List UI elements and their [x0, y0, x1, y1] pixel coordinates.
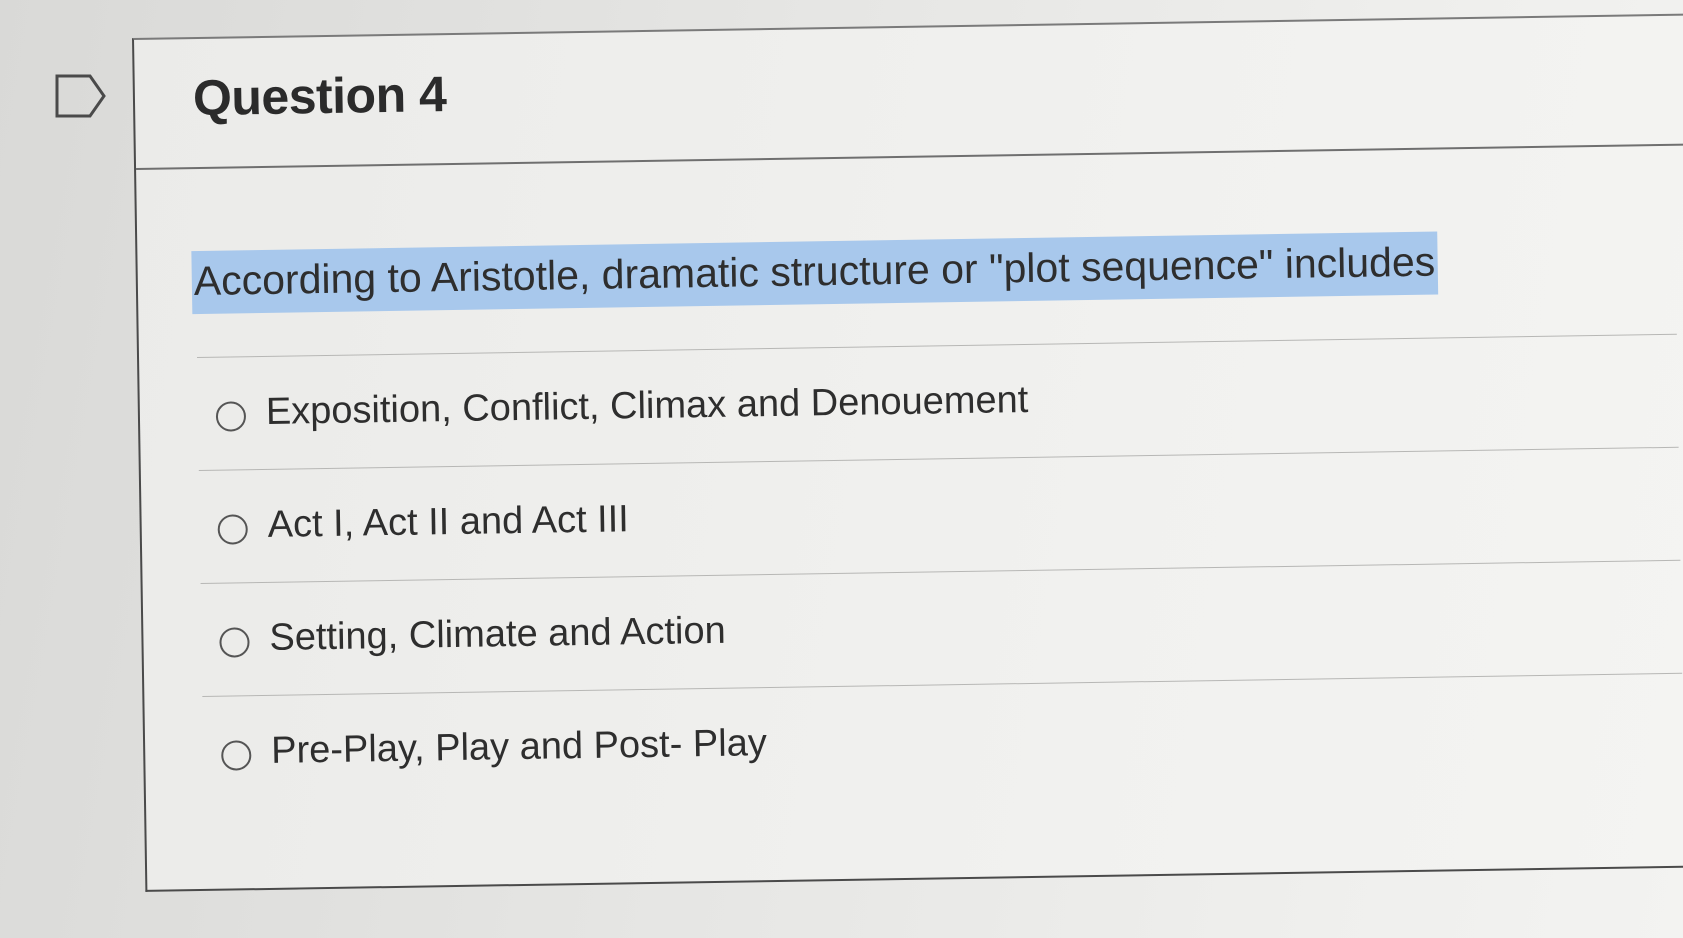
question-card: Question 4 According to Aristotle, drama…	[132, 12, 1683, 892]
question-header: Question 4	[134, 14, 1683, 170]
answer-label[interactable]: Setting, Climate and Action	[269, 610, 726, 660]
radio-button[interactable]	[215, 401, 247, 432]
question-prompt: According to Aristotle, dramatic structu…	[191, 231, 1438, 315]
flag-icon	[55, 74, 106, 118]
answer-label[interactable]: Exposition, Conflict, Climax and Denouem…	[266, 379, 1029, 434]
radio-button[interactable]	[217, 514, 248, 545]
flag-question-button[interactable]	[54, 72, 114, 124]
radio-button[interactable]	[219, 627, 250, 658]
question-title: Question 4	[192, 66, 447, 127]
radio-button[interactable]	[221, 740, 252, 771]
answer-label[interactable]: Act I, Act II and Act III	[267, 498, 629, 547]
answer-label[interactable]: Pre-Play, Play and Post- Play	[271, 722, 767, 773]
answer-list: Exposition, Conflict, Climax and Denouem…	[197, 333, 1683, 809]
answer-option[interactable]: Pre-Play, Play and Post- Play	[202, 672, 1683, 809]
page: Question 4 According to Aristotle, drama…	[0, 0, 1683, 938]
